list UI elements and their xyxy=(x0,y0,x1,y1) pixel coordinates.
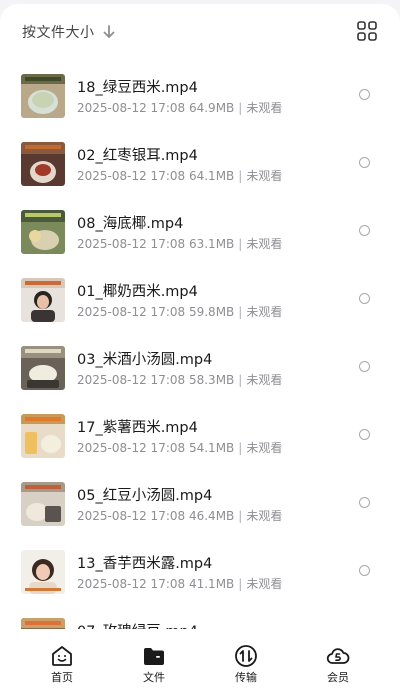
file-row[interactable]: 18_绿豆西米.mp4 2025-08-12 17:08 64.9MB | 未观看 xyxy=(0,68,400,136)
file-date: 2025-08-12 17:08 xyxy=(77,237,186,251)
file-list-panel: 按文件大小 18_绿豆西米.mp4 2025-08-12 17:08 64.9M… xyxy=(0,4,400,689)
file-date: 2025-08-12 17:08 xyxy=(77,169,186,183)
file-row[interactable]: 13_香芋西米露.mp4 2025-08-12 17:08 41.1MB | 未观看 xyxy=(0,544,400,612)
file-meta: 2025-08-12 17:08 64.1MB | 未观看 xyxy=(77,167,282,184)
watch-status: 未观看 xyxy=(246,101,283,115)
watch-status: 未观看 xyxy=(246,373,283,387)
video-thumbnail xyxy=(21,210,65,254)
sort-label: 按文件大小 xyxy=(22,25,95,41)
file-size: 59.8MB xyxy=(188,305,235,319)
meta-separator: | xyxy=(238,237,243,251)
file-meta: 2025-08-12 17:08 64.9MB | 未观看 xyxy=(77,99,282,116)
home-icon xyxy=(50,644,74,668)
watch-status: 未观看 xyxy=(246,169,283,183)
tab-files[interactable]: 文件 xyxy=(114,633,194,689)
video-thumbnail xyxy=(21,346,65,390)
file-size: 46.4MB xyxy=(188,509,235,523)
meta-separator: | xyxy=(238,373,243,387)
tab-label: 文件 xyxy=(143,671,165,684)
file-meta: 2025-08-12 17:08 63.1MB | 未观看 xyxy=(77,235,282,252)
transfer-icon xyxy=(234,644,258,668)
tab-vip[interactable]: 会员 xyxy=(298,633,378,689)
file-meta: 2025-08-12 17:08 41.1MB | 未观看 xyxy=(77,575,282,592)
watch-status: 未观看 xyxy=(246,441,283,455)
file-meta: 2025-08-12 17:08 59.8MB | 未观看 xyxy=(77,303,282,320)
watch-status: 未观看 xyxy=(246,237,283,251)
meta-separator: | xyxy=(238,305,243,319)
watch-status: 未观看 xyxy=(246,509,283,523)
grid-view-icon[interactable] xyxy=(356,20,378,42)
file-row[interactable]: 01_椰奶西米.mp4 2025-08-12 17:08 59.8MB | 未观看 xyxy=(0,272,400,340)
file-name: 17_紫薯西米.mp4 xyxy=(77,420,198,436)
file-date: 2025-08-12 17:08 xyxy=(77,441,186,455)
tab-label: 传输 xyxy=(235,671,257,684)
file-name: 02_红枣银耳.mp4 xyxy=(77,148,198,164)
file-name: 03_米酒小汤圆.mp4 xyxy=(77,352,213,368)
file-meta: 2025-08-12 17:08 58.3MB | 未观看 xyxy=(77,371,282,388)
file-row[interactable]: 05_红豆小汤圆.mp4 2025-08-12 17:08 46.4MB | 未观看 xyxy=(0,476,400,544)
file-row[interactable]: 03_米酒小汤圆.mp4 2025-08-12 17:08 58.3MB | 未观看 xyxy=(0,340,400,408)
bottom-tab-bar: 首页 文件 传输 会员 xyxy=(0,633,400,689)
select-radio[interactable] xyxy=(359,293,370,304)
select-radio[interactable] xyxy=(359,497,370,508)
meta-separator: | xyxy=(238,101,243,115)
file-date: 2025-08-12 17:08 xyxy=(77,577,186,591)
video-thumbnail xyxy=(21,142,65,186)
tab-label: 首页 xyxy=(51,671,73,684)
file-row[interactable]: 08_海底椰.mp4 2025-08-12 17:08 63.1MB | 未观看 xyxy=(0,204,400,272)
file-name: 18_绿豆西米.mp4 xyxy=(77,80,198,96)
file-list: 18_绿豆西米.mp4 2025-08-12 17:08 64.9MB | 未观看 … xyxy=(0,64,400,629)
tab-home[interactable]: 首页 xyxy=(22,633,102,689)
file-meta: 2025-08-12 17:08 54.1MB | 未观看 xyxy=(77,439,282,456)
select-radio[interactable] xyxy=(359,565,370,576)
select-radio[interactable] xyxy=(359,225,370,236)
meta-separator: | xyxy=(238,577,243,591)
file-name: 08_海底椰.mp4 xyxy=(77,216,184,232)
select-radio[interactable] xyxy=(359,89,370,100)
video-thumbnail xyxy=(21,482,65,526)
video-thumbnail xyxy=(21,278,65,322)
select-radio[interactable] xyxy=(359,361,370,372)
file-date: 2025-08-12 17:08 xyxy=(77,509,186,523)
meta-separator: | xyxy=(238,441,243,455)
file-date: 2025-08-12 17:08 xyxy=(77,101,186,115)
select-radio[interactable] xyxy=(359,429,370,440)
file-name: 13_香芋西米露.mp4 xyxy=(77,556,213,572)
arrow-down-icon xyxy=(103,25,115,39)
file-row[interactable]: 07_玫瑰绿豆.mp4 xyxy=(0,612,400,629)
screen: 按文件大小 18_绿豆西米.mp4 2025-08-12 17:08 64.9M… xyxy=(0,0,400,689)
file-size: 58.3MB xyxy=(188,373,235,387)
file-date: 2025-08-12 17:08 xyxy=(77,373,186,387)
video-thumbnail xyxy=(21,414,65,458)
tab-label: 会员 xyxy=(327,671,349,684)
meta-separator: | xyxy=(238,509,243,523)
watch-status: 未观看 xyxy=(246,305,283,319)
tab-transfer[interactable]: 传输 xyxy=(206,633,286,689)
folder-icon xyxy=(142,644,166,668)
video-thumbnail xyxy=(21,74,65,118)
file-name: 01_椰奶西米.mp4 xyxy=(77,284,198,300)
video-thumbnail xyxy=(21,618,65,629)
sort-selector[interactable]: 按文件大小 xyxy=(22,21,115,43)
file-date: 2025-08-12 17:08 xyxy=(77,305,186,319)
file-row[interactable]: 02_红枣银耳.mp4 2025-08-12 17:08 64.1MB | 未观看 xyxy=(0,136,400,204)
meta-separator: | xyxy=(238,169,243,183)
file-name: 05_红豆小汤圆.mp4 xyxy=(77,488,213,504)
video-thumbnail xyxy=(21,550,65,594)
file-size: 63.1MB xyxy=(188,237,235,251)
vip-cloud-icon xyxy=(326,644,350,668)
file-row[interactable]: 17_紫薯西米.mp4 2025-08-12 17:08 54.1MB | 未观看 xyxy=(0,408,400,476)
file-size: 41.1MB xyxy=(188,577,235,591)
file-size: 64.1MB xyxy=(188,169,235,183)
file-meta: 2025-08-12 17:08 46.4MB | 未观看 xyxy=(77,507,282,524)
file-name: 07_玫瑰绿豆.mp4 xyxy=(77,620,198,629)
file-size: 64.9MB xyxy=(188,101,235,115)
select-radio[interactable] xyxy=(359,157,370,168)
watch-status: 未观看 xyxy=(246,577,283,591)
file-size: 54.1MB xyxy=(188,441,235,455)
